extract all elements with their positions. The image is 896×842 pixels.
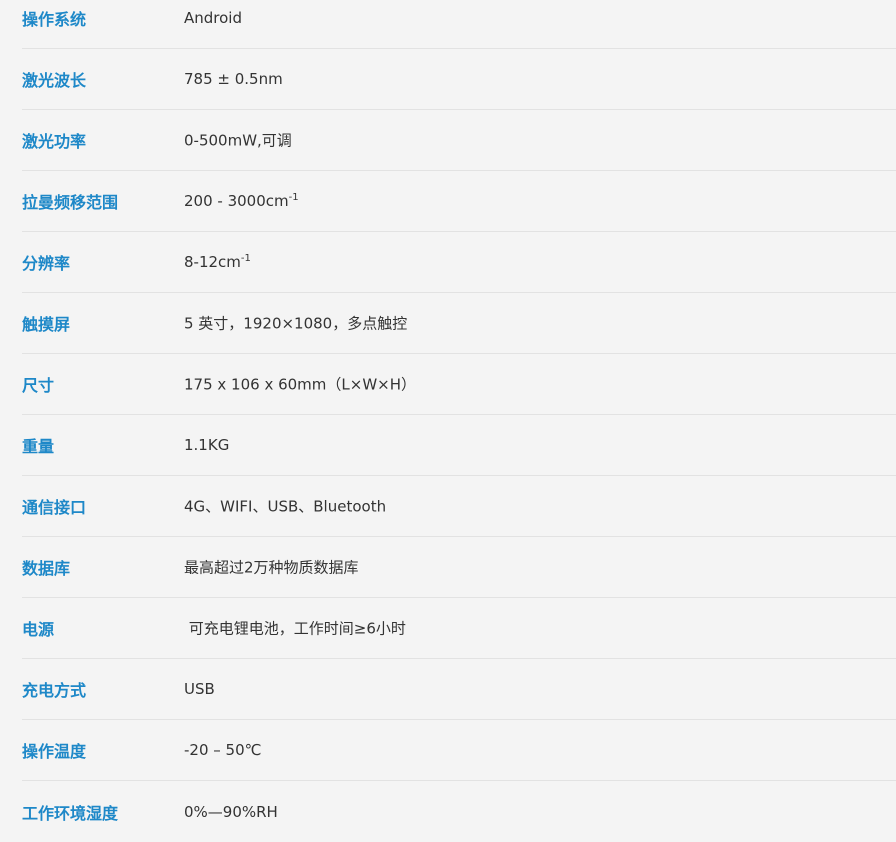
spec-value-text: 200 - 3000cm: [184, 192, 289, 210]
spec-row-interfaces: 通信接口 4G、WIFI、USB、Bluetooth: [22, 476, 896, 537]
spec-label: 工作环境湿度: [22, 803, 119, 823]
spec-row-resolution: 分辨率 8-12cm-1: [22, 232, 896, 293]
spec-value-text: USB: [184, 680, 215, 698]
spec-value-text: 可充电锂电池，工作时间≥6小时: [184, 619, 406, 638]
spec-row-touchscreen: 触摸屏 5 英寸，1920×1080，多点触控: [22, 293, 896, 354]
spec-value-text: 0-500mW,可调: [184, 131, 292, 150]
spec-label: 通信接口: [22, 498, 87, 517]
spec-label: 重量: [22, 437, 55, 456]
spec-label: 尺寸: [22, 376, 55, 395]
spec-label: 拉曼频移范围: [22, 193, 119, 212]
spec-value: 最高超过2万种物质数据库: [184, 557, 359, 578]
spec-label: 激光功率: [22, 132, 87, 151]
spec-row-power-supply: 电源 可充电锂电池，工作时间≥6小时: [22, 598, 896, 659]
spec-value: 5 英寸，1920×1080，多点触控: [184, 313, 407, 334]
spec-label: 分辨率: [22, 254, 71, 273]
spec-label: 激光波长: [22, 71, 87, 90]
spec-row-humidity: 工作环境湿度 0%—90%RH: [22, 781, 896, 842]
spec-value-text: Android: [184, 9, 242, 27]
spec-value-text: -20 – 50℃: [184, 741, 262, 759]
spec-value-text: 8-12cm: [184, 253, 241, 271]
spec-value: 175 x 106 x 60mm（L×W×H）: [184, 374, 416, 395]
spec-row-database: 数据库 最高超过2万种物质数据库: [22, 537, 896, 598]
spec-label: 电源: [22, 620, 55, 639]
spec-value-text: 最高超过2万种物质数据库: [184, 558, 359, 577]
spec-value-text: 175 x 106 x 60mm（L×W×H）: [184, 375, 417, 394]
spec-row-laser-wavelength: 激光波长 785 ± 0.5nm: [22, 49, 896, 110]
spec-row-charging: 充电方式 USB: [22, 659, 896, 720]
spec-row-laser-power: 激光功率 0-500mW,可调: [22, 110, 896, 171]
spec-value: 0%—90%RH: [184, 803, 278, 821]
spec-value: 可充电锂电池，工作时间≥6小时: [184, 618, 406, 639]
spec-value-text: 0%—90%RH: [184, 802, 278, 821]
spec-value-text: 785 ± 0.5nm: [184, 70, 283, 88]
spec-row-os: 操作系统 Android: [22, 0, 896, 49]
spec-value: 200 - 3000cm-1: [184, 192, 299, 210]
spec-label: 操作系统: [22, 10, 87, 29]
spec-value-text: 5 英寸，1920×1080，多点触控: [184, 314, 408, 333]
spec-value: -20 – 50℃: [184, 741, 261, 759]
spec-value: 0-500mW,可调: [184, 130, 292, 151]
spec-value: USB: [184, 680, 215, 698]
spec-label: 操作温度: [22, 742, 87, 761]
spec-value: 785 ± 0.5nm: [184, 70, 283, 88]
spec-row-weight: 重量 1.1KG: [22, 415, 896, 476]
spec-label: 触摸屏: [22, 315, 71, 334]
spec-value-superscript: -1: [288, 192, 299, 203]
spec-row-dimensions: 尺寸 175 x 106 x 60mm（L×W×H）: [22, 354, 896, 415]
spec-row-raman-shift-range: 拉曼频移范围 200 - 3000cm-1: [22, 171, 896, 232]
spec-label: 数据库: [22, 559, 71, 578]
spec-label: 充电方式: [22, 681, 87, 700]
spec-value-text: 4G、WIFI、USB、Bluetooth: [184, 497, 387, 516]
spec-row-operating-temperature: 操作温度 -20 – 50℃: [22, 720, 896, 781]
spec-value: 4G、WIFI、USB、Bluetooth: [184, 496, 386, 517]
spec-value-superscript: -1: [240, 253, 251, 264]
spec-value: 1.1KG: [184, 436, 229, 454]
spec-value: Android: [184, 9, 242, 27]
spec-value: 8-12cm-1: [184, 253, 251, 271]
spec-value-text: 1.1KG: [184, 436, 230, 454]
spec-table: 操作系统 Android 激光波长 785 ± 0.5nm 激光功率 0-500…: [0, 0, 896, 827]
